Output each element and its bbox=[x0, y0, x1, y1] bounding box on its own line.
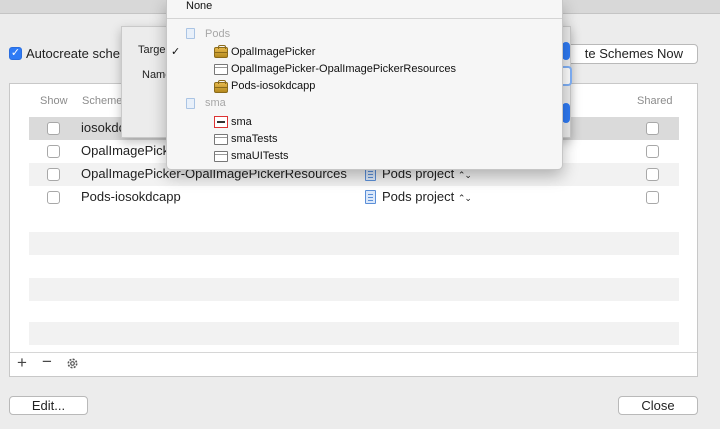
menu-item-target[interactable]: sma bbox=[231, 116, 252, 128]
scheme-name: iosokdc bbox=[81, 120, 126, 135]
show-checkbox[interactable] bbox=[47, 122, 60, 135]
toolbox-icon bbox=[214, 80, 228, 93]
empty-row bbox=[29, 278, 679, 301]
column-header-scheme: Scheme bbox=[82, 95, 123, 107]
edit-button-label: Edit... bbox=[31, 398, 66, 413]
gear-icon[interactable] bbox=[66, 357, 79, 373]
shared-checkbox[interactable] bbox=[646, 191, 659, 204]
menu-item-target[interactable]: OpalImagePicker-OpalImagePickerResources bbox=[231, 63, 456, 75]
project-document-icon bbox=[186, 98, 195, 109]
show-checkbox[interactable] bbox=[47, 191, 60, 204]
menu-item-target[interactable]: Pods-iosokdcapp bbox=[231, 80, 315, 92]
shared-checkbox[interactable] bbox=[646, 168, 659, 181]
name-field[interactable] bbox=[562, 66, 572, 86]
bundle-icon bbox=[214, 151, 228, 162]
app-icon bbox=[214, 116, 228, 128]
column-header-shared: Shared bbox=[637, 95, 673, 107]
autocreate-label: Autocreate sche bbox=[26, 46, 120, 61]
show-checkbox[interactable] bbox=[47, 145, 60, 158]
shared-checkbox[interactable] bbox=[646, 122, 659, 135]
checkmark-icon: ✓ bbox=[171, 46, 181, 58]
bundle-icon bbox=[214, 64, 228, 75]
table-toolbar bbox=[10, 352, 697, 376]
target-label: Targe bbox=[138, 44, 166, 56]
target-popup-menu: None Pods ✓ OpalImagePicker OpalImagePic… bbox=[166, 0, 563, 170]
menu-section-pods: Pods bbox=[205, 28, 231, 40]
add-button[interactable]: + bbox=[17, 353, 27, 373]
create-schemes-now-label: te Schemes Now bbox=[584, 46, 683, 61]
scheme-name: OpalImagePick bbox=[81, 143, 170, 158]
empty-row bbox=[29, 232, 679, 255]
bundle-icon bbox=[214, 134, 228, 145]
table-row[interactable]: Pods-iosokdcapp Pods project ⌃⌄ bbox=[29, 186, 679, 209]
container-popup[interactable]: Pods project ⌃⌄ bbox=[382, 189, 472, 204]
menu-item-target[interactable]: OpalImagePicker bbox=[231, 46, 315, 58]
toolbox-icon bbox=[214, 45, 228, 58]
show-checkbox[interactable] bbox=[47, 168, 60, 181]
container-label: Pods project bbox=[382, 189, 455, 204]
menu-item-none[interactable]: None bbox=[186, 0, 212, 12]
shared-checkbox[interactable] bbox=[646, 145, 659, 158]
remove-button[interactable]: − bbox=[42, 352, 52, 372]
column-header-show: Show bbox=[40, 95, 68, 107]
ok-button[interactable] bbox=[562, 103, 570, 123]
empty-row bbox=[29, 322, 679, 345]
menu-item-target[interactable]: smaTests bbox=[231, 133, 277, 145]
close-button-label: Close bbox=[641, 398, 675, 413]
edit-button[interactable]: Edit... bbox=[9, 396, 88, 415]
menu-section-sma: sma bbox=[205, 97, 226, 109]
project-document-icon bbox=[186, 28, 195, 39]
target-popup-arrow[interactable] bbox=[562, 42, 570, 60]
updown-chevron-icon: ⌃⌄ bbox=[457, 170, 472, 180]
updown-chevron-icon: ⌃⌄ bbox=[457, 193, 472, 203]
menu-divider bbox=[167, 18, 562, 19]
close-button[interactable]: Close bbox=[618, 396, 698, 415]
menu-item-target[interactable]: smaUITests bbox=[231, 150, 288, 162]
create-schemes-now-button[interactable]: te Schemes Now bbox=[566, 44, 698, 64]
project-document-icon bbox=[365, 190, 376, 204]
scheme-name: Pods-iosokdcapp bbox=[81, 189, 181, 204]
autocreate-checkbox[interactable]: ✓ bbox=[9, 47, 22, 60]
